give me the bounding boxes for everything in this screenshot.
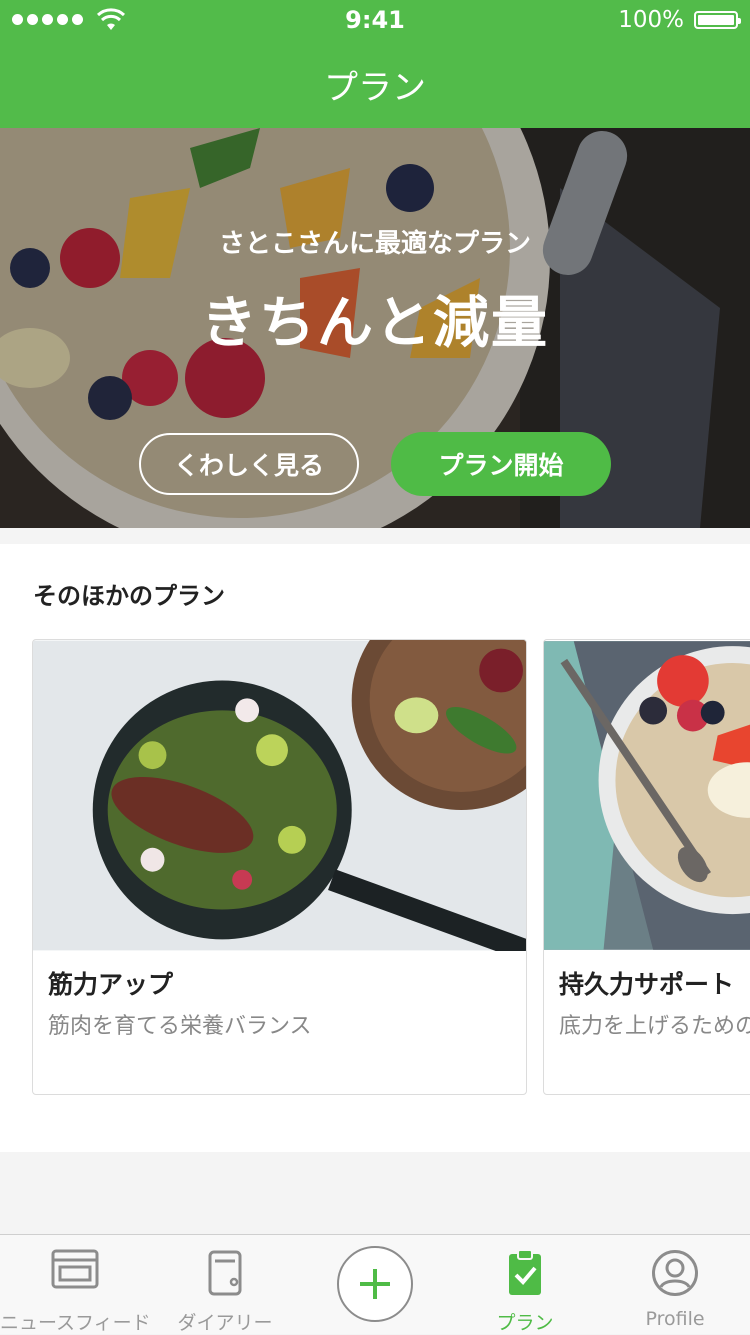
- plan-card-title: 筋力アップ: [48, 970, 174, 999]
- plan-card-endurance[interactable]: 持久力サポート 底力を上げるための: [543, 639, 750, 1095]
- tab-newsfeed[interactable]: ニュースフィード: [0, 1235, 151, 1335]
- tab-label: ダイアリー: [177, 1312, 273, 1334]
- tab-label: プラン: [496, 1312, 554, 1334]
- profile-icon: [652, 1250, 698, 1296]
- tab-plan[interactable]: プラン: [450, 1235, 600, 1335]
- tab-profile[interactable]: Profile: [600, 1235, 750, 1335]
- navigation-bar: プラン: [0, 40, 750, 128]
- battery-percent: 100%: [618, 7, 684, 33]
- plan-card-description: 底力を上げるための: [559, 1014, 750, 1039]
- add-record-button[interactable]: [337, 1246, 413, 1322]
- start-plan-button[interactable]: プラン開始: [391, 432, 611, 496]
- page-title: プラン: [324, 68, 426, 108]
- battery-icon: [694, 11, 741, 29]
- tab-label: ニュースフィード: [0, 1312, 151, 1334]
- plan-clipboard-icon: [509, 1249, 541, 1295]
- plan-card-muscle[interactable]: 筋力アップ 筋肉を育てる栄養バランス: [32, 639, 527, 1095]
- plan-card-title: 持久力サポート: [559, 970, 735, 999]
- view-details-button[interactable]: くわしく見る: [139, 433, 359, 495]
- recommended-plan-hero: さとこさんに最適なプラン きちんと減量 くわしく見る プラン開始: [0, 128, 750, 528]
- other-plans-section: そのほかのプラン 筋力アップ 筋肉を育てる栄養バランス 持久力サポート 底力を上…: [0, 544, 750, 1152]
- section-heading: そのほかのプラン: [33, 582, 225, 610]
- tab-label: Profile: [645, 1308, 705, 1330]
- plan-card-image: [544, 641, 750, 950]
- hero-subtitle: さとこさんに最適なプラン: [218, 229, 531, 259]
- diary-icon: [208, 1250, 242, 1296]
- hero-plan-title: きちんと減量: [201, 291, 549, 356]
- tab-diary[interactable]: ダイアリー: [150, 1235, 300, 1335]
- tab-bar: ニュースフィード ダイアリー プラン Profile: [0, 1234, 750, 1334]
- plan-card-image: [33, 640, 526, 951]
- newsfeed-icon: [51, 1249, 99, 1289]
- plan-card-description: 筋肉を育てる栄養バランス: [48, 1014, 312, 1039]
- status-bar: 9:41 100%: [0, 0, 750, 40]
